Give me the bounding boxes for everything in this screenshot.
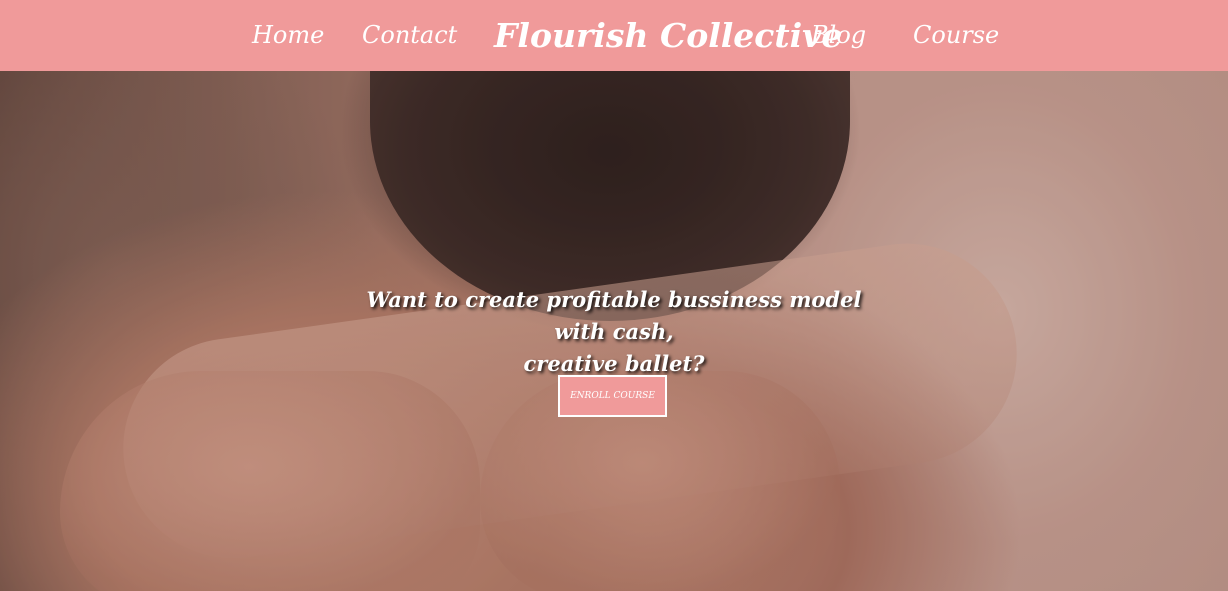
- nav-link-contact[interactable]: Contact: [362, 0, 457, 71]
- hero-section: Want to create profitable bussiness mode…: [0, 71, 1228, 591]
- nav-link-home[interactable]: Home: [252, 0, 324, 71]
- hero-headline: Want to create profitable bussiness mode…: [340, 284, 888, 380]
- brand-logo-text[interactable]: Flourish Collective: [494, 0, 842, 71]
- nav-link-blog[interactable]: Blog: [811, 0, 866, 71]
- hero-headline-line-1: Want to create profitable bussiness mode…: [366, 287, 862, 344]
- top-navigation-bar: Home Contact Flourish Collective Blog Co…: [0, 0, 1228, 71]
- enroll-course-button[interactable]: ENROLL COURSE: [558, 375, 667, 417]
- nav-link-course[interactable]: Course: [913, 0, 999, 71]
